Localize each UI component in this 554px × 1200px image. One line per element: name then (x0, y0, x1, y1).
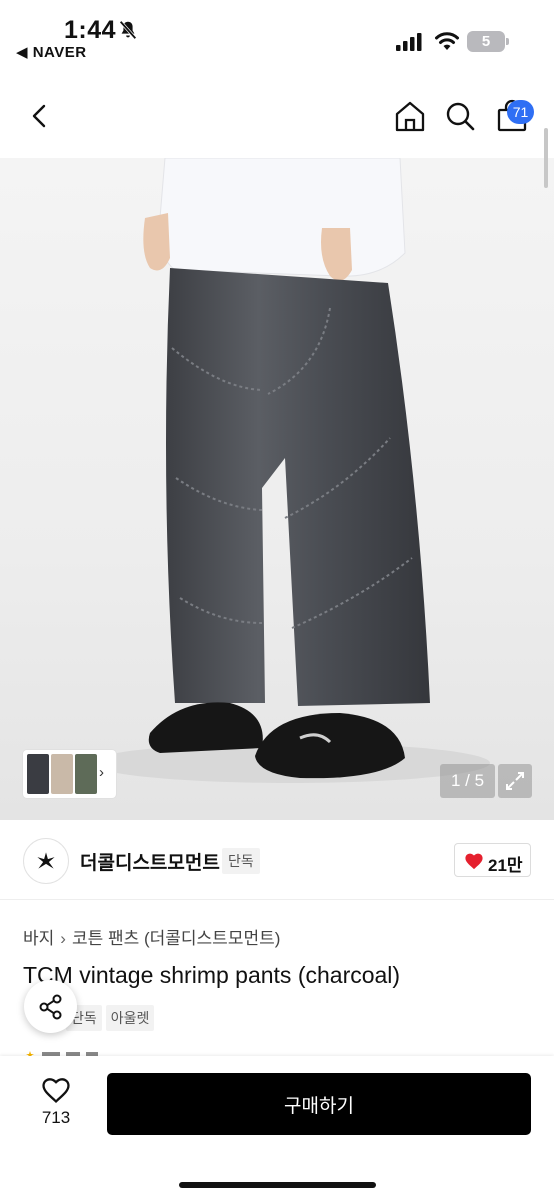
share-button[interactable] (24, 980, 77, 1033)
bottom-action-bar: 713 구매하기 (0, 1056, 554, 1200)
thumbnail-3[interactable] (75, 754, 97, 794)
thumbnail-strip[interactable]: › (23, 750, 116, 798)
heart-filled-icon (465, 853, 483, 870)
wishlist-count: 713 (41, 1108, 71, 1127)
search-icon[interactable] (442, 98, 478, 134)
tag-outlet: 아울렛 (105, 1005, 155, 1031)
thumbnail-2[interactable] (51, 754, 73, 794)
share-icon (39, 994, 62, 1020)
home-icon[interactable] (392, 98, 428, 134)
expand-icon[interactable] (498, 764, 532, 798)
chevron-right-icon: › (60, 929, 66, 948)
brand-name[interactable]: 더콜디스트모먼트 (80, 848, 220, 875)
top-nav (0, 68, 554, 158)
brand-row: 더콜디스트모먼트 단독 21만 (0, 820, 554, 900)
wishlist-button[interactable]: 713 (22, 1076, 90, 1146)
bell-off-icon (119, 20, 137, 40)
back-arrow-icon[interactable] (22, 98, 58, 134)
battery-level: 5 (467, 31, 505, 52)
brand-like-button[interactable]: 21만 (454, 843, 531, 877)
breadcrumb-item[interactable]: 코튼 팬츠 (더콜디스트모먼트) (72, 924, 280, 949)
cellular-signal-icon (396, 33, 422, 51)
wifi-icon (435, 32, 459, 50)
back-to-app-link[interactable]: ◀ NAVER (16, 43, 87, 61)
brand-logo[interactable] (23, 838, 69, 884)
battery-icon: 5 (467, 31, 509, 52)
status-time: 1:44 (64, 16, 117, 44)
scroll-indicator[interactable] (544, 128, 548, 188)
chevron-right-icon[interactable]: › (99, 764, 104, 781)
product-title: TCM vintage shrimp pants (charcoal) (23, 962, 401, 988)
status-bar: 1:44 ◀ NAVER 5 (0, 0, 554, 68)
heart-outline-icon (42, 1078, 70, 1104)
buy-button[interactable]: 구매하기 (107, 1073, 531, 1135)
cart-count-badge: 71 (507, 100, 534, 124)
product-tags: 단독 아울렛 (66, 1005, 158, 1031)
image-page-counter: 1 / 5 (440, 764, 495, 798)
breadcrumb: 바지 › 코튼 팬츠 (더콜디스트모먼트) (23, 924, 280, 949)
breadcrumb-item[interactable]: 바지 (23, 924, 54, 949)
brand-exclusive-tag: 단독 (222, 848, 260, 874)
product-image[interactable] (0, 158, 554, 820)
brand-like-count: 21만 (488, 856, 523, 875)
product-photo (90, 158, 490, 783)
thumbnail-1[interactable] (27, 754, 49, 794)
home-indicator (179, 1182, 376, 1188)
